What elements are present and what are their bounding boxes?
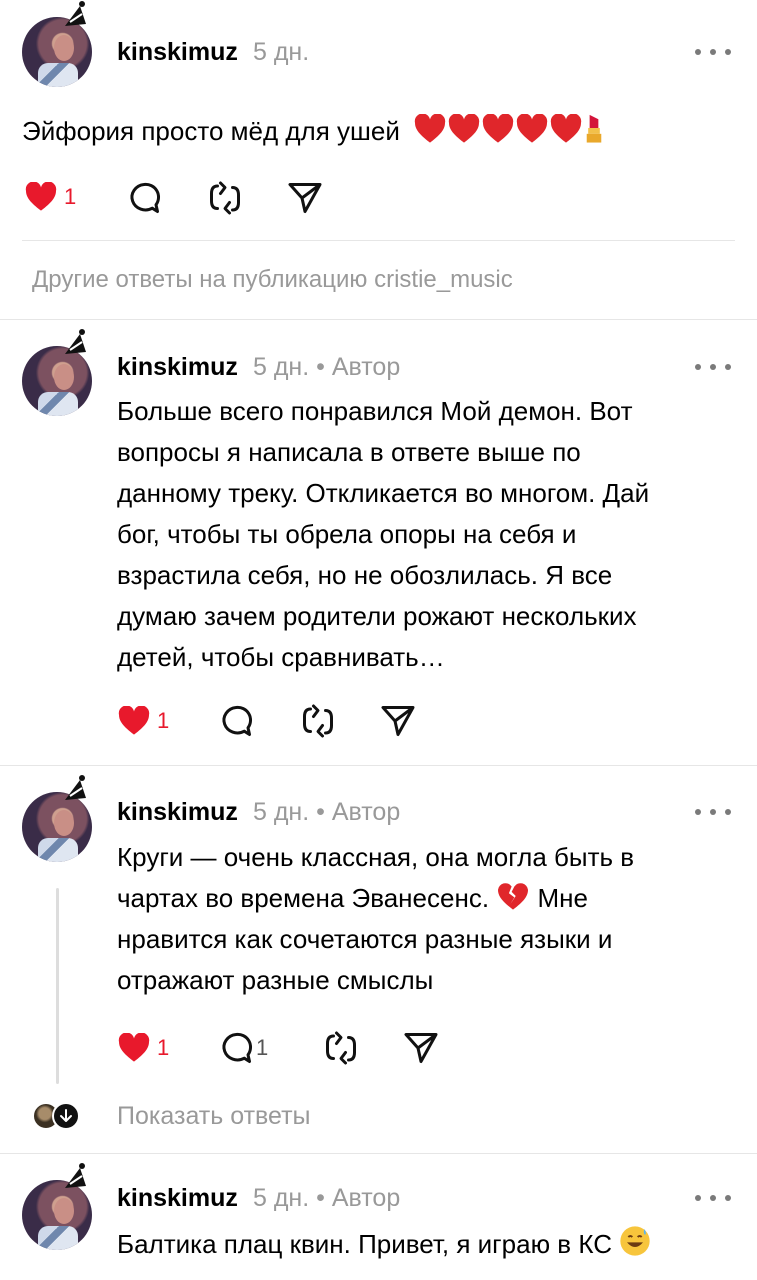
party-hat-icon	[65, 775, 86, 800]
text-line: думаю зачем родители рожают нескольких	[117, 601, 637, 631]
comment-icon[interactable]	[126, 180, 162, 216]
text-line: бог, чтобы ты обрела опоры на себя и	[117, 519, 577, 549]
party-hat-icon	[65, 1163, 86, 1188]
text-line: данному треку. Откликается во многом. Да…	[117, 478, 650, 508]
sweat-smile-emoji-icon	[620, 1226, 650, 1256]
repost-icon[interactable]	[207, 180, 243, 216]
comment-button[interactable]: 1	[218, 1030, 268, 1066]
post-text: Эйфория просто мёд для ушей	[22, 111, 605, 152]
username[interactable]: kinskimuz	[117, 352, 238, 382]
repost-icon[interactable]	[300, 703, 336, 739]
text-line: детей, чтобы сравнивать…	[117, 642, 445, 672]
reply-meta: 5 дн. • Автор	[253, 798, 401, 826]
text-line: взрастила себя, но не обозлилась. Я все	[117, 560, 613, 590]
heart-filled-icon	[118, 1033, 150, 1062]
divider	[22, 240, 735, 241]
share-icon[interactable]	[287, 180, 323, 216]
chevron-down-icon[interactable]	[52, 1102, 80, 1130]
username[interactable]: kinskimuz	[117, 37, 238, 67]
like-button[interactable]: 1	[117, 1033, 169, 1063]
text-line: Больше всего понравился Мой демон. Вот	[117, 396, 633, 426]
like-count: 1	[157, 708, 170, 733]
like-count: 1	[157, 1035, 170, 1060]
more-options-icon[interactable]	[695, 1188, 731, 1208]
username[interactable]: kinskimuz	[117, 1183, 238, 1213]
share-icon[interactable]	[403, 1030, 439, 1066]
like-button[interactable]: 1	[117, 706, 169, 736]
more-options-icon[interactable]	[695, 357, 731, 377]
like-count: 1	[64, 184, 77, 209]
text-line-with-emoji: чартах во времена Эванесенс. Мне	[117, 878, 634, 919]
text-line: отражают разные смыслы	[117, 965, 434, 995]
party-hat-icon	[65, 1, 86, 26]
divider	[0, 319, 757, 320]
divider	[0, 1153, 757, 1154]
broken-heart-emoji-icon	[498, 883, 529, 910]
username[interactable]: kinskimuz	[117, 797, 238, 827]
repost-icon[interactable]	[323, 1030, 359, 1066]
threads-replies-page: kinskimuz 5 дн. Эйфория просто мёд для у…	[0, 0, 757, 1280]
text-line: чартах во времена Эванесенс.	[117, 883, 490, 913]
reply-text: Круги — очень классная, она могла быть в…	[117, 837, 634, 1001]
show-replies-link[interactable]: Показать ответы	[117, 1101, 311, 1131]
heart-emoji-icon	[516, 114, 548, 143]
emoji-row	[413, 114, 605, 146]
avatar[interactable]	[22, 346, 92, 416]
text-line: Круги — очень классная, она могла быть в	[117, 842, 635, 872]
reply-text: Балтика плац квин. Привет, я играю в КС	[117, 1224, 651, 1265]
other-replies-header[interactable]: Другие ответы на публикацию cristie_musi…	[32, 265, 513, 295]
divider	[0, 765, 757, 766]
share-icon[interactable]	[380, 703, 416, 739]
heart-emoji-icon	[414, 114, 446, 143]
text-line: Балтика плац квин. Привет, я играю в КС	[117, 1229, 612, 1259]
party-hat-icon	[65, 329, 86, 354]
avatar[interactable]	[22, 1180, 92, 1250]
comment-icon[interactable]	[218, 703, 254, 739]
comment-icon	[222, 1032, 253, 1063]
lipstick-emoji-icon	[586, 114, 602, 143]
heart-emoji-icon	[550, 114, 582, 143]
thread-line	[56, 888, 59, 1084]
text-line-suffix: Мне	[537, 883, 588, 913]
post-text-content: Эйфория просто мёд для ушей	[22, 116, 400, 146]
comment-count: 1	[256, 1035, 269, 1060]
like-button[interactable]: 1	[24, 182, 76, 212]
post-time: 5 дн.	[253, 38, 310, 66]
more-options-icon[interactable]	[695, 42, 731, 62]
more-options-icon[interactable]	[695, 802, 731, 822]
heart-filled-icon	[118, 706, 150, 735]
text-line: вопросы я написала в ответе выше по	[117, 437, 581, 467]
reply-meta: 5 дн. • Автор	[253, 353, 401, 381]
heart-filled-icon	[25, 182, 57, 211]
reply-text: Больше всего понравился Мой демон. Вот в…	[117, 391, 649, 678]
heart-emoji-icon	[482, 114, 514, 143]
avatar[interactable]	[22, 792, 92, 862]
heart-emoji-icon	[448, 114, 480, 143]
reply-meta: 5 дн. • Автор	[253, 1184, 401, 1212]
text-line: нравится как сочетаются разные языки и	[117, 924, 613, 954]
